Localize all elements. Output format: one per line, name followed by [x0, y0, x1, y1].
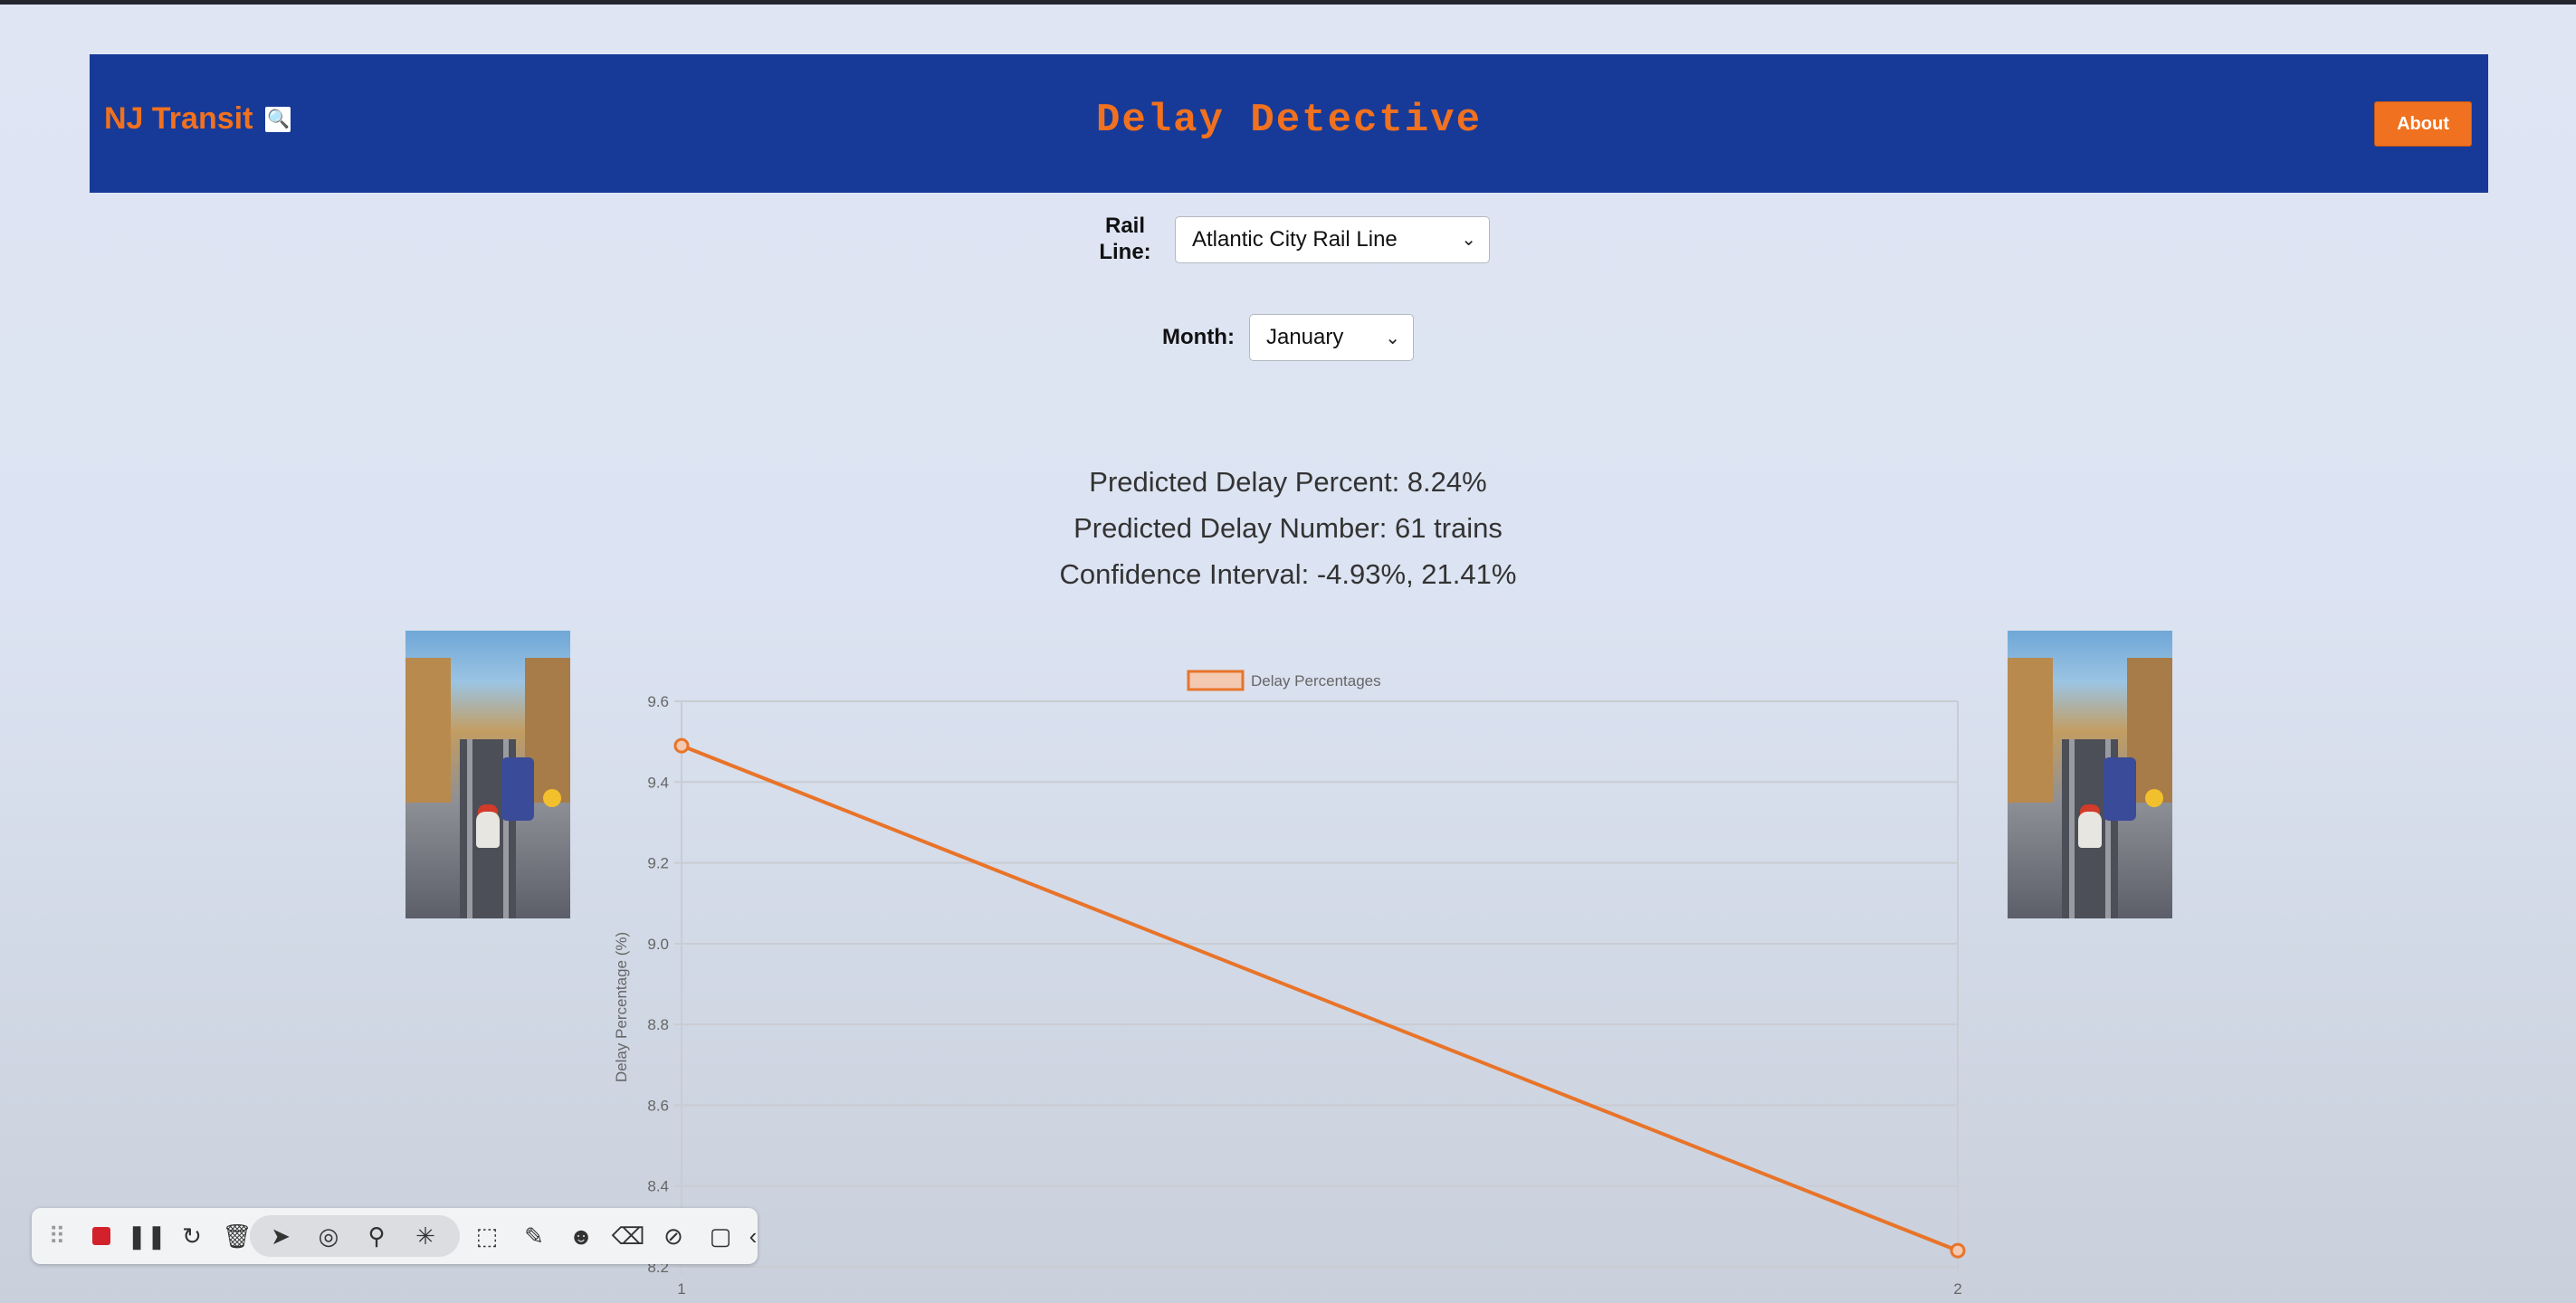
pen-icon[interactable]: ✎ — [511, 1208, 557, 1264]
confidence-interval: Confidence Interval: -4.93%, 21.41% — [1059, 558, 1517, 590]
about-button[interactable]: About — [2374, 101, 2472, 147]
chart-grid — [674, 700, 1959, 1274]
rail-line-control: Rail Line: Atlantic City Rail Line ⌄ — [1093, 214, 1490, 266]
select-area-icon[interactable]: ⬚ — [464, 1208, 510, 1264]
month-label: Month: — [1162, 324, 1235, 349]
data-point[interactable] — [1950, 1242, 1966, 1259]
collapse-icon[interactable]: ‹ — [741, 1208, 765, 1264]
y-tick-label: 9.4 — [647, 774, 669, 791]
y-tick-label: 9.0 — [647, 936, 669, 953]
predicted-delay-percent: Predicted Delay Percent: 8.24% — [1089, 466, 1487, 498]
x-tick-label: 1 — [677, 1280, 685, 1298]
predicted-delay-number: Predicted Delay Number: 61 trains — [1073, 512, 1503, 544]
x-axis-ticks: 12 — [677, 1280, 1961, 1298]
spotlight-icon[interactable]: ◎ — [306, 1208, 351, 1264]
camera-icon[interactable]: ▢ — [698, 1208, 743, 1264]
rail-line-label: Rail Line: — [1099, 214, 1151, 264]
drag-handle-icon[interactable]: ⠿ — [39, 1208, 75, 1264]
month-control: Month: January ⌄ — [1162, 314, 1414, 361]
pointer-icon[interactable]: ➤ — [258, 1208, 303, 1264]
data-point[interactable] — [673, 737, 690, 754]
y-tick-label: 8.6 — [647, 1097, 669, 1114]
click-effect-icon[interactable]: ✳ — [403, 1208, 448, 1264]
rail-line-select[interactable]: Atlantic City Rail Line ⌄ — [1175, 215, 1490, 263]
emoji-icon[interactable]: ☻ — [558, 1208, 604, 1264]
series-line — [681, 744, 1959, 1253]
y-tick-label: 8.8 — [647, 1016, 669, 1033]
eraser-icon[interactable]: ⌫ — [606, 1208, 651, 1264]
month-value: January — [1265, 325, 1344, 349]
chart-series — [673, 737, 1966, 1259]
x-tick-label: 2 — [1953, 1280, 1961, 1298]
pause-icon[interactable]: ❚❚ — [124, 1208, 169, 1264]
clear-annotations-icon[interactable]: ⊘ — [651, 1208, 696, 1264]
legend-label: Delay Percentages — [1251, 672, 1381, 690]
window-top-border — [0, 0, 2576, 5]
delay-chart: 8.28.48.68.89.09.29.49.6 12 Delay Percen… — [613, 670, 1966, 1298]
page-title: Delay Detective — [1095, 98, 1483, 143]
y-axis-ticks: 8.28.48.68.89.09.29.49.6 — [647, 693, 669, 1276]
y-tick-label: 9.6 — [647, 693, 669, 710]
game-thumbnail-left — [405, 631, 570, 918]
app-header: NJ Transit 🔍 Delay Detective About — [90, 54, 2488, 193]
chart-legend[interactable]: Delay Percentages — [1187, 670, 1381, 691]
month-select[interactable]: January ⌄ — [1248, 314, 1414, 361]
chevron-down-icon: ⌄ — [1385, 328, 1400, 348]
restart-icon[interactable]: ↻ — [169, 1208, 215, 1264]
prediction-results: Predicted Delay Percent: 8.24% Predicted… — [0, 459, 2576, 597]
legend-swatch — [1187, 670, 1245, 691]
record-stop-icon[interactable] — [79, 1208, 124, 1264]
zoom-cursor-icon[interactable]: ⚲ — [354, 1208, 399, 1264]
y-tick-label: 9.2 — [647, 855, 669, 872]
rail-line-value: Atlantic City Rail Line — [1192, 226, 1398, 252]
chevron-down-icon: ⌄ — [1461, 230, 1476, 251]
y-axis-label: Delay Percentage (%) — [613, 932, 630, 1082]
recording-toolbar: ⠿ ❚❚ ↻ 🗑 ➤ ◎ ⚲ ✳ ⬚ ✎ ☻ ⌫ ⊘ ▢ ‹ — [32, 1208, 758, 1264]
trash-icon[interactable]: 🗑 — [215, 1208, 260, 1264]
game-thumbnail-right — [2008, 631, 2172, 918]
y-tick-label: 8.4 — [647, 1178, 669, 1195]
